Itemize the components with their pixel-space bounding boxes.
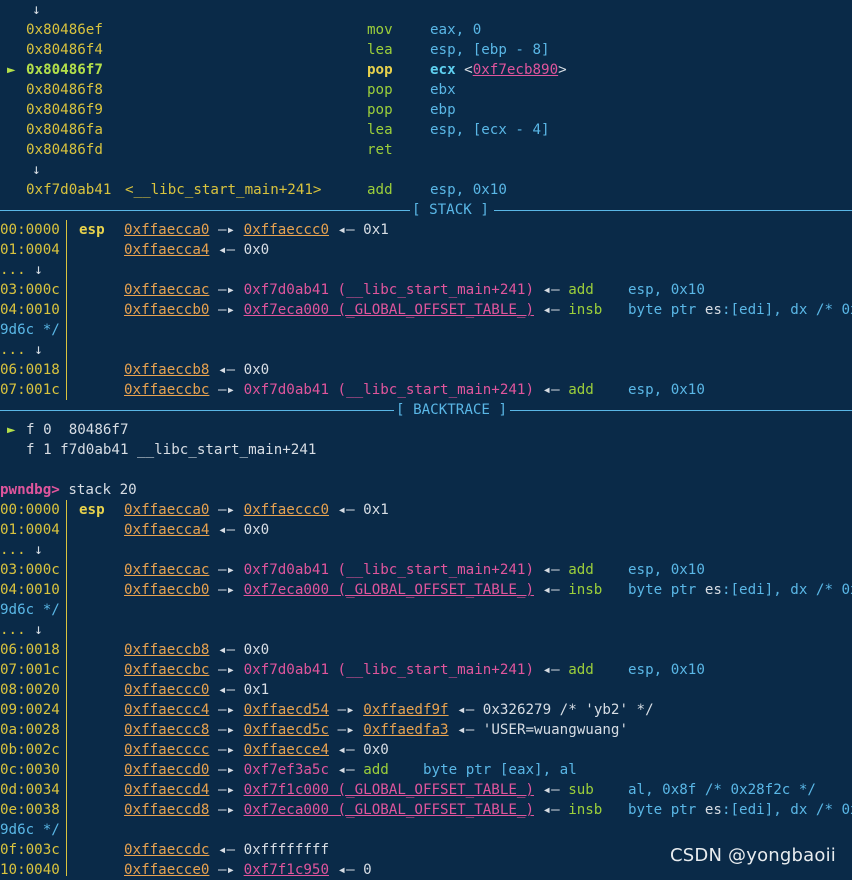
stack-value: 0xffaeccb0 —▸ 0xf7eca000 (_GLOBAL_OFFSET… [124, 582, 852, 598]
disasm-operands: ebp [430, 102, 456, 118]
disasm-mnemonic: lea [367, 42, 393, 58]
stack-row[interactable]: 07:001c [0, 380, 60, 400]
disasm-mnemonic: pop [367, 82, 393, 98]
disasm-mnemonic: mov [367, 22, 393, 38]
stack-value: 0xffaeccbc —▸ 0xf7d0ab41 (__libc_start_m… [124, 382, 705, 398]
stack-row[interactable]: 0e:0038 [0, 800, 60, 820]
disasm-mnemonic: lea [367, 122, 393, 138]
disasm-row[interactable]: 0x80486f8 [26, 80, 103, 100]
stack-value: 0xffaeccac —▸ 0xf7d0ab41 (__libc_start_m… [124, 282, 705, 298]
stack-row[interactable]: 03:000c [0, 280, 60, 300]
stack-value: 0xffaeccc0 ◂— 0x1 [124, 682, 270, 698]
backtrace-section-header: [ BACKTRACE ] [0, 400, 852, 420]
stack-row[interactable]: 04:0010 [0, 300, 60, 320]
backtrace-frame-1[interactable]: f 1 f7d0ab41 __libc_start_main+241 [26, 440, 316, 460]
stack-row[interactable]: 0f:003c [0, 840, 60, 860]
stack-row[interactable]: 01:0004 [0, 520, 60, 540]
stack-row[interactable]: 0b:002c [0, 740, 60, 760]
stack-row[interactable]: 0c:0030 [0, 760, 60, 780]
stack-ellipsis: ... ↓ [0, 262, 43, 278]
stack-value: 0xffaecca0 —▸ 0xffaeccc0 ◂— 0x1 [124, 222, 389, 238]
stack-value: 0xffaecce0 —▸ 0xf7f1c950 ◂— 0 [124, 862, 372, 878]
disasm-row[interactable]: 0x80486ef [26, 20, 103, 40]
stack-row[interactable]: 01:0004 [0, 240, 60, 260]
stack-value: 0xffaeccc8 —▸ 0xffaecd5c —▸ 0xffaedfa3 ◂… [124, 722, 628, 738]
register-label: esp [79, 222, 105, 238]
stack-value: 0xffaeccd0 —▸ 0xf7ef3a5c ◂— add byte ptr… [124, 762, 577, 778]
disasm-row-current[interactable]: 0x80486f7 [26, 60, 103, 80]
stack-row[interactable]: 06:0018 [0, 640, 60, 660]
command-text: stack 20 [68, 482, 137, 498]
disasm-operands: esp, [ebp - 8] [430, 42, 550, 58]
disasm-row[interactable]: 0x80486fa [26, 120, 103, 140]
stack-value: 0xffaeccb8 ◂— 0x0 [124, 362, 270, 378]
stack-row[interactable]: 03:000c [0, 560, 60, 580]
stack-value: 0xffaeccd4 —▸ 0xf7f1c000 (_GLOBAL_OFFSET… [124, 782, 816, 798]
stack-value: 0xffaeccbc —▸ 0xf7d0ab41 (__libc_start_m… [124, 662, 705, 678]
down-arrow-icon: ↓ [32, 162, 41, 178]
current-frame-icon: ► [7, 422, 16, 438]
stack-value: 0xffaeccac —▸ 0xf7d0ab41 (__libc_start_m… [124, 562, 705, 578]
stack-value: 0xffaecca0 —▸ 0xffaeccc0 ◂— 0x1 [124, 502, 389, 518]
stack-row[interactable]: 0d:0034 [0, 780, 60, 800]
stack-section-header: [ STACK ] [0, 200, 852, 220]
disasm-operands: esp, [ecx - 4] [430, 122, 550, 138]
stack-row[interactable]: 08:0020 [0, 680, 60, 700]
stack-gutter [66, 220, 67, 400]
stack-gutter [66, 500, 67, 876]
disasm-row[interactable]: 0x80486f9 [26, 100, 103, 120]
disasm-operands: ebx [430, 82, 456, 98]
stack-ellipsis: ... ↓ [0, 622, 43, 638]
stack-value-wrap: 9d6c */ [0, 322, 60, 338]
stack-row[interactable]: 00:0000 [0, 500, 60, 520]
stack-value-wrap: 9d6c */ [0, 602, 60, 618]
stack-row[interactable]: 09:0024 [0, 700, 60, 720]
stack-value: 0xffaeccdc ◂— 0xffffffff [124, 842, 330, 858]
disasm-mnemonic: ret [367, 142, 393, 158]
backtrace-frame-0[interactable]: f 0 80486f7 [26, 420, 129, 440]
stack-value: 0xffaeccd8 —▸ 0xf7eca000 (_GLOBAL_OFFSET… [124, 802, 852, 818]
down-arrow-icon: ↓ [32, 2, 41, 18]
stack-value: 0xffaecca4 ◂— 0x0 [124, 522, 270, 538]
stack-row[interactable]: 10:0040 [0, 860, 60, 880]
disasm-mnemonic: pop [367, 62, 393, 78]
stack-value: 0xffaeccb8 ◂— 0x0 [124, 642, 270, 658]
disasm-operands: ecx <0xf7ecb890> [430, 62, 567, 78]
stack-row[interactable]: 06:0018 [0, 360, 60, 380]
stack-ellipsis: ... ↓ [0, 342, 43, 358]
disasm-operands: eax, 0 [430, 22, 482, 38]
stack-value: 0xffaeccc4 —▸ 0xffaecd54 —▸ 0xffaedf9f ◂… [124, 702, 654, 718]
stack-row[interactable]: 00:0000 [0, 220, 60, 240]
stack-value-wrap: 9d6c */ [0, 822, 60, 838]
disasm-row[interactable]: 0xf7d0ab41 [26, 180, 111, 200]
disasm-operands: esp, 0x10 [430, 182, 507, 198]
stack-value: 0xffaecca4 ◂— 0x0 [124, 242, 270, 258]
stack-row[interactable]: 07:001c [0, 660, 60, 680]
disasm-mnemonic: pop [367, 102, 393, 118]
stack-value: 0xffaeccb0 —▸ 0xf7eca000 (_GLOBAL_OFFSET… [124, 302, 852, 318]
command-prompt[interactable]: pwndbg> stack 20 [0, 480, 137, 500]
stack-value: 0xffaecccc —▸ 0xffaecce4 ◂— 0x0 [124, 742, 389, 758]
watermark: CSDN @yongbaoii [669, 845, 836, 866]
disasm-row[interactable]: 0x80486f4 [26, 40, 103, 60]
register-label: esp [79, 502, 105, 518]
stack-row[interactable]: 0a:0028 [0, 720, 60, 740]
stack-row[interactable]: 04:0010 [0, 580, 60, 600]
current-instruction-icon: ► [7, 62, 16, 78]
disasm-mnemonic: add [367, 182, 393, 198]
disasm-symbol: <__libc_start_main+241> [125, 182, 322, 198]
disasm-row[interactable]: 0x80486fd [26, 140, 103, 160]
ecx-target-link[interactable]: 0xf7ecb890 [473, 62, 558, 78]
stack-ellipsis: ... ↓ [0, 542, 43, 558]
